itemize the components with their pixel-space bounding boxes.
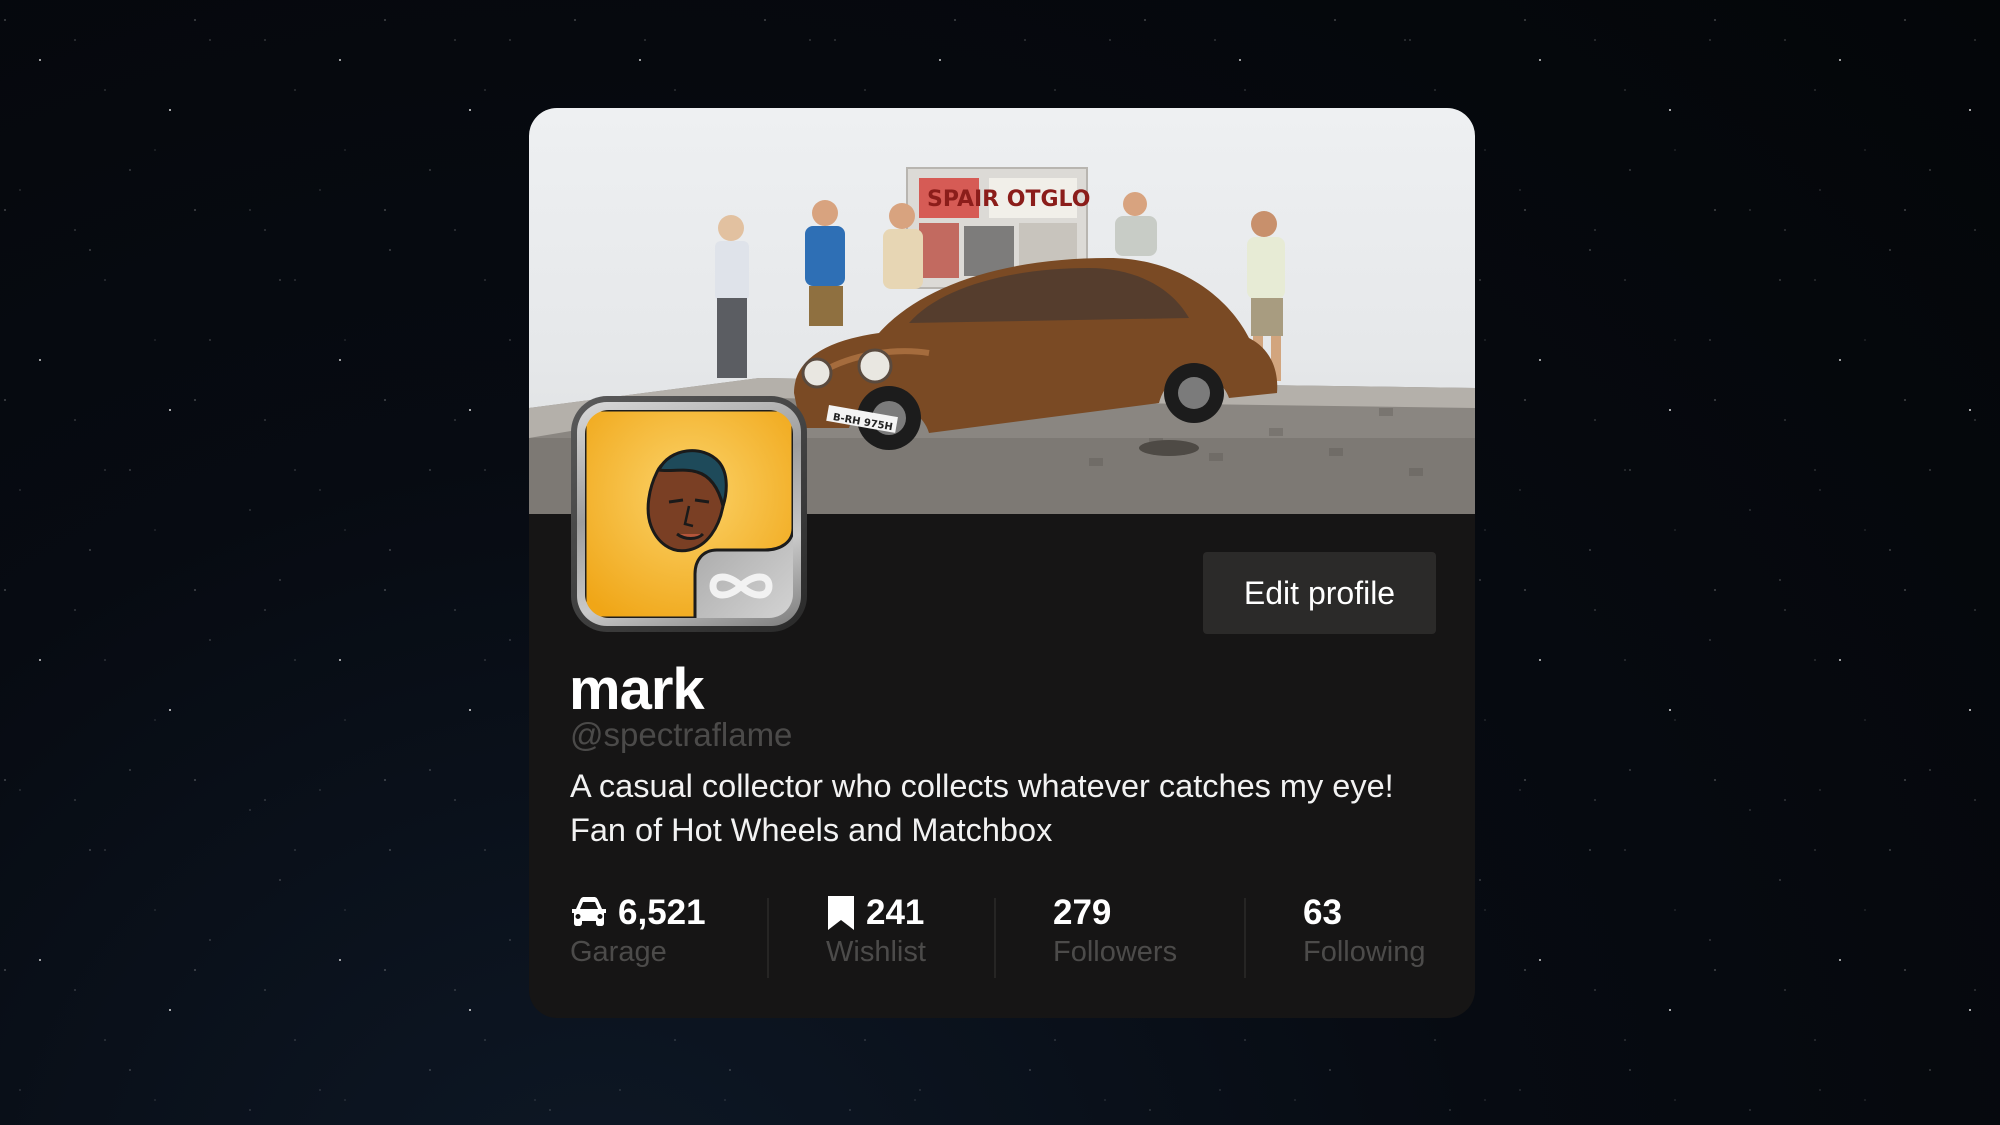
stat-followers[interactable]: 279 Followers [1053,890,1177,969]
stat-divider [767,898,769,978]
profile-name: mark [569,657,705,722]
stat-divider [994,898,996,978]
stat-wishlist[interactable]: 241 Wishlist [826,890,926,969]
edit-profile-button[interactable]: Edit profile [1203,552,1436,634]
garage-count: 6,521 [618,893,706,932]
profile-stats: 6,521 Garage 241 Wishlist 279 Followers [529,890,1475,980]
stat-divider [1244,898,1246,978]
profile-handle: @spectraflame [570,716,793,753]
stat-following[interactable]: 63 Following [1303,890,1426,969]
profile-bio: A casual collector who collects whatever… [570,768,1394,848]
profile-card: SPAIR OTGLO B-RH 975H Edit profile mark … [529,108,1475,1018]
profile-avatar[interactable] [571,396,807,632]
followers-count: 279 [1053,893,1112,932]
figure-grey-shirt [1115,192,1157,256]
figure-blue-shirt [805,200,845,326]
avatar-face [585,410,793,618]
stat-garage[interactable]: 6,521 Garage [570,890,706,969]
garage-label: Garage [570,936,667,968]
wishlist-label: Wishlist [826,936,926,968]
wishlist-count: 241 [866,893,925,932]
car-icon [572,897,606,926]
banner-poster-text: SPAIR OTGLO [927,187,1090,212]
figure-old-man [715,215,749,378]
following-label: Following [1303,936,1426,968]
avatar-illustration [585,410,793,618]
following-count: 63 [1303,893,1342,932]
bookmark-icon [828,896,854,930]
followers-label: Followers [1053,936,1178,968]
